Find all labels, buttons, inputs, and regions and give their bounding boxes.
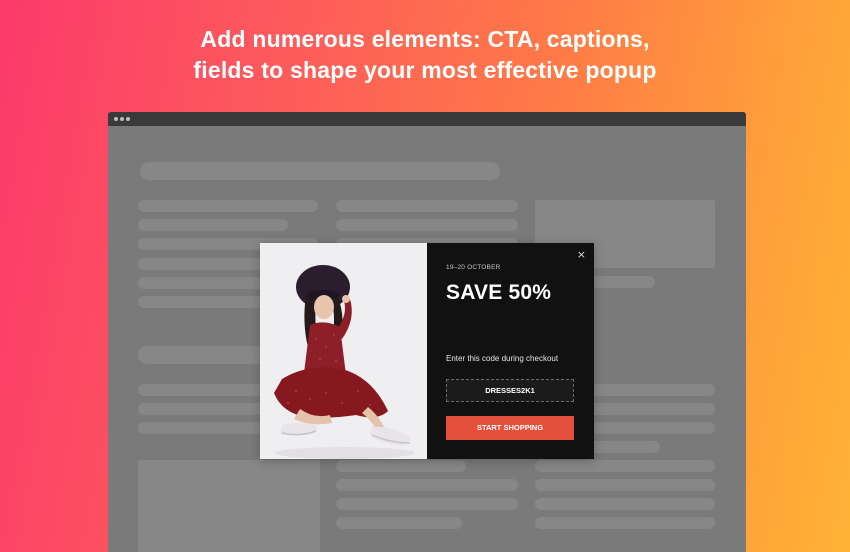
coupon-code-field[interactable]: DRESSES2K1: [446, 379, 574, 402]
offer-date: 19–20 OCTOBER: [446, 264, 501, 271]
skeleton-line: [336, 517, 462, 529]
headline: Add numerous elements: CTA, captions, fi…: [0, 24, 850, 86]
skeleton-line: [138, 200, 318, 212]
skeleton-line: [336, 460, 466, 472]
skeleton-title-bar: [140, 162, 500, 180]
skeleton-line: [535, 498, 715, 510]
offer-panel: × 19–20 OCTOBER SAVE 50% Enter this code…: [427, 243, 594, 459]
window-dot-icon: [120, 117, 124, 121]
skeleton-line: [336, 200, 518, 212]
skeleton-line: [336, 219, 518, 231]
promo-popup: × 19–20 OCTOBER SAVE 50% Enter this code…: [260, 243, 594, 459]
skeleton-line: [535, 479, 715, 491]
skeleton-line: [535, 517, 715, 529]
skeleton-line: [336, 498, 518, 510]
skeleton-image: [138, 460, 320, 552]
model-photo: [260, 243, 427, 459]
code-instruction: Enter this code during checkout: [446, 354, 559, 363]
browser-titlebar: [108, 112, 746, 126]
offer-title: SAVE 50%: [446, 281, 552, 304]
skeleton-line: [336, 479, 518, 491]
window-dot-icon: [114, 117, 118, 121]
start-shopping-button[interactable]: START SHOPPING: [446, 416, 574, 440]
headline-line-2: fields to shape your most effective popu…: [193, 57, 657, 83]
skeleton-line: [535, 460, 715, 472]
window-dot-icon: [126, 117, 130, 121]
woman-in-red-dress-illustration: [260, 243, 427, 459]
headline-line-1: Add numerous elements: CTA, captions,: [200, 26, 650, 52]
skeleton-line: [138, 219, 288, 231]
close-icon[interactable]: ×: [577, 248, 586, 261]
